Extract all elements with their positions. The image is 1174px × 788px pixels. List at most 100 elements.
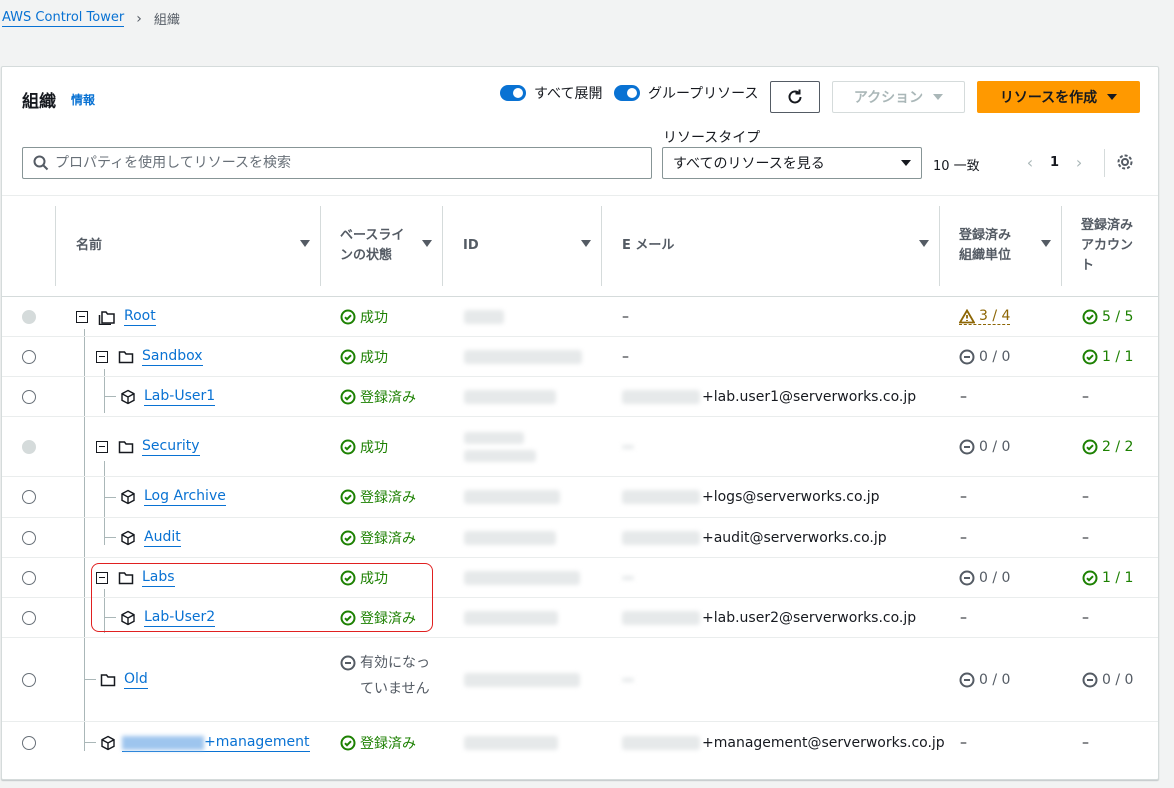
- breadcrumb: AWS Control Tower › 組織: [2, 9, 180, 28]
- row-radio[interactable]: [22, 610, 36, 625]
- table-row[interactable]: Root 成功 – 3 / 4 5 / 5: [2, 297, 1158, 337]
- redacted-id: [464, 672, 580, 687]
- collapse-icon[interactable]: [96, 440, 108, 453]
- expand-all-label: すべて展開: [534, 86, 603, 102]
- sort-icon[interactable]: [422, 240, 432, 247]
- redacted-email-prefix: [622, 490, 700, 504]
- chevron-right-icon[interactable]: ›: [1071, 153, 1087, 172]
- sort-icon[interactable]: [1041, 240, 1051, 247]
- column-email[interactable]: E メール: [622, 196, 939, 296]
- column-id[interactable]: ID: [463, 196, 601, 296]
- status-badge: 成功: [340, 307, 388, 327]
- actions-button[interactable]: アクション: [832, 81, 965, 113]
- registered-accounts-count: –: [1082, 609, 1089, 626]
- redacted-id: [464, 449, 536, 462]
- email-value: +lab.user2@serverworks.co.jp: [702, 609, 917, 626]
- registered-ou-count: –: [960, 529, 967, 546]
- table-row[interactable]: +management 登録済み +management@serverworks…: [2, 722, 1158, 764]
- column-registered-ou[interactable]: 登録済み組織単位: [959, 196, 1061, 296]
- gear-icon[interactable]: [1116, 153, 1134, 175]
- resource-name-link[interactable]: Security: [142, 438, 200, 456]
- resource-name-link[interactable]: Log Archive: [144, 488, 226, 506]
- table-row[interactable]: Audit 登録済み +audit@serverworks.co.jp – –: [2, 518, 1158, 558]
- toggle-switch-icon[interactable]: [500, 85, 526, 101]
- breadcrumb-control-tower[interactable]: AWS Control Tower: [2, 10, 125, 27]
- redacted-id: [464, 490, 560, 504]
- resource-type-select[interactable]: すべてのリソースを見る: [662, 147, 922, 179]
- info-link[interactable]: 情報: [71, 91, 95, 108]
- sort-icon[interactable]: [919, 240, 929, 247]
- caret-down-icon: [901, 160, 911, 166]
- status-badge: 成功: [340, 347, 388, 367]
- create-resource-button[interactable]: リソースを作成: [977, 81, 1140, 113]
- column-name[interactable]: 名前: [76, 196, 320, 296]
- redacted-email-prefix: [622, 530, 700, 545]
- row-radio[interactable]: [22, 490, 36, 504]
- sort-icon[interactable]: [581, 240, 591, 247]
- status-badge: 有効になっていません: [340, 650, 432, 702]
- row-radio[interactable]: [22, 736, 36, 750]
- email-value: +lab.user1@serverworks.co.jp: [702, 388, 917, 405]
- collapse-icon[interactable]: [96, 350, 108, 363]
- redacted-id: [464, 309, 504, 324]
- registered-accounts-count: 5 / 5: [1082, 309, 1133, 325]
- check-circle-icon: [340, 309, 356, 324]
- table-row[interactable]: Lab-User1 登録済み +lab.user1@serverworks.co…: [2, 377, 1158, 417]
- search-field[interactable]: [22, 147, 652, 179]
- page-number[interactable]: 1: [1050, 155, 1059, 170]
- divider: [601, 206, 602, 286]
- resource-name-link[interactable]: Old: [124, 671, 148, 689]
- column-baseline[interactable]: ベースラインの状態: [340, 196, 442, 296]
- redacted-id: [464, 736, 558, 750]
- check-circle-icon: [340, 439, 356, 454]
- row-radio[interactable]: [22, 389, 36, 404]
- registered-ou-count: 0 / 0: [959, 672, 1010, 688]
- redacted-id: [464, 389, 556, 404]
- row-radio[interactable]: [22, 570, 36, 585]
- folders-icon: [98, 310, 115, 325]
- chevron-left-icon[interactable]: ‹: [1022, 153, 1038, 172]
- caret-down-icon: [933, 94, 944, 100]
- status-badge: 登録済み: [340, 487, 416, 507]
- minus-circle-icon: [959, 570, 975, 585]
- collapse-icon[interactable]: [76, 310, 88, 323]
- check-circle-icon: [1082, 439, 1098, 454]
- resource-name-link[interactable]: Sandbox: [142, 348, 203, 366]
- registered-accounts-count: –: [1082, 489, 1089, 505]
- registered-ou-count: 0 / 0: [959, 349, 1010, 365]
- table-row[interactable]: Security 成功 0 / 0 2 / 2: [2, 417, 1158, 477]
- check-circle-icon: [340, 735, 356, 751]
- table-row[interactable]: Old 有効になっていません 0 / 0 0 / 0: [2, 638, 1158, 722]
- folder-icon: [118, 350, 134, 363]
- registered-accounts-count: –: [1082, 388, 1089, 405]
- resource-name-link[interactable]: Root: [124, 308, 156, 326]
- email-value: –: [622, 348, 629, 365]
- status-badge: 登録済み: [340, 387, 416, 407]
- redacted-email-prefix: [622, 610, 700, 625]
- chevron-right-icon: ›: [136, 10, 142, 27]
- registered-accounts-count: 0 / 0: [1082, 672, 1133, 688]
- sort-icon[interactable]: [300, 240, 310, 247]
- redacted-id: [464, 610, 558, 625]
- row-radio: [22, 439, 36, 454]
- registered-accounts-count: 1 / 1: [1082, 570, 1133, 586]
- toggle-switch-icon[interactable]: [614, 85, 640, 101]
- row-radio[interactable]: [22, 530, 36, 545]
- divider: [442, 206, 443, 286]
- refresh-icon: [788, 89, 802, 104]
- resource-name-link[interactable]: Audit: [144, 529, 181, 547]
- table-row[interactable]: Log Archive 登録済み +logs@serverworks.co.jp…: [2, 477, 1158, 518]
- resource-name-link[interactable]: +management: [122, 734, 310, 752]
- expand-all-toggle[interactable]: すべて展開: [500, 83, 602, 103]
- actions-label: アクション: [853, 90, 924, 106]
- search-input[interactable]: [55, 155, 615, 171]
- row-radio[interactable]: [22, 349, 36, 364]
- row-radio[interactable]: [22, 672, 36, 687]
- match-count: 10 一致: [933, 159, 980, 174]
- check-circle-icon: [1082, 309, 1098, 324]
- refresh-button[interactable]: [770, 81, 820, 113]
- group-resources-toggle[interactable]: グループリソース: [614, 83, 758, 103]
- table-row[interactable]: Sandbox 成功 – 0 / 0 1 / 1: [2, 337, 1158, 377]
- resource-name-link[interactable]: Lab-User1: [144, 388, 216, 406]
- column-registered-accounts[interactable]: 登録済みアカウント: [1081, 196, 1158, 296]
